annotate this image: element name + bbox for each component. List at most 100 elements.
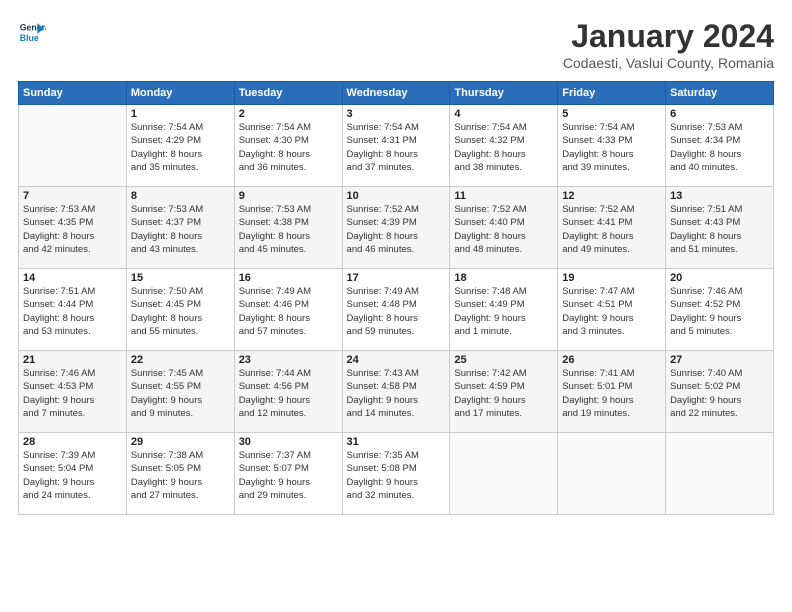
day-info: Sunrise: 7:54 AM Sunset: 4:33 PM Dayligh… [562, 121, 661, 174]
day-number: 6 [670, 108, 769, 120]
day-info: Sunrise: 7:51 AM Sunset: 4:44 PM Dayligh… [23, 285, 122, 338]
day-info: Sunrise: 7:54 AM Sunset: 4:31 PM Dayligh… [347, 121, 446, 174]
day-info: Sunrise: 7:39 AM Sunset: 5:04 PM Dayligh… [23, 449, 122, 502]
day-info: Sunrise: 7:54 AM Sunset: 4:30 PM Dayligh… [239, 121, 338, 174]
day-number: 20 [670, 272, 769, 284]
day-info: Sunrise: 7:49 AM Sunset: 4:46 PM Dayligh… [239, 285, 338, 338]
day-info: Sunrise: 7:52 AM Sunset: 4:40 PM Dayligh… [454, 203, 553, 256]
day-info: Sunrise: 7:43 AM Sunset: 4:58 PM Dayligh… [347, 367, 446, 420]
day-number: 22 [131, 354, 230, 366]
table-cell: 6Sunrise: 7:53 AM Sunset: 4:34 PM Daylig… [666, 105, 774, 187]
table-cell: 19Sunrise: 7:47 AM Sunset: 4:51 PM Dayli… [558, 269, 666, 351]
day-number: 8 [131, 190, 230, 202]
day-number: 4 [454, 108, 553, 120]
table-cell [450, 433, 558, 515]
day-info: Sunrise: 7:53 AM Sunset: 4:35 PM Dayligh… [23, 203, 122, 256]
header-tuesday: Tuesday [234, 82, 342, 105]
day-number: 26 [562, 354, 661, 366]
table-cell: 10Sunrise: 7:52 AM Sunset: 4:39 PM Dayli… [342, 187, 450, 269]
table-cell: 27Sunrise: 7:40 AM Sunset: 5:02 PM Dayli… [666, 351, 774, 433]
day-info: Sunrise: 7:53 AM Sunset: 4:37 PM Dayligh… [131, 203, 230, 256]
week-row-0: 1Sunrise: 7:54 AM Sunset: 4:29 PM Daylig… [19, 105, 774, 187]
day-info: Sunrise: 7:51 AM Sunset: 4:43 PM Dayligh… [670, 203, 769, 256]
table-cell: 21Sunrise: 7:46 AM Sunset: 4:53 PM Dayli… [19, 351, 127, 433]
day-info: Sunrise: 7:35 AM Sunset: 5:08 PM Dayligh… [347, 449, 446, 502]
location-title: Codaesti, Vaslui County, Romania [563, 55, 774, 71]
day-info: Sunrise: 7:52 AM Sunset: 4:41 PM Dayligh… [562, 203, 661, 256]
table-cell: 4Sunrise: 7:54 AM Sunset: 4:32 PM Daylig… [450, 105, 558, 187]
day-info: Sunrise: 7:38 AM Sunset: 5:05 PM Dayligh… [131, 449, 230, 502]
day-info: Sunrise: 7:46 AM Sunset: 4:53 PM Dayligh… [23, 367, 122, 420]
day-number: 12 [562, 190, 661, 202]
day-info: Sunrise: 7:49 AM Sunset: 4:48 PM Dayligh… [347, 285, 446, 338]
day-number: 19 [562, 272, 661, 284]
day-number: 13 [670, 190, 769, 202]
day-info: Sunrise: 7:47 AM Sunset: 4:51 PM Dayligh… [562, 285, 661, 338]
day-number: 28 [23, 436, 122, 448]
table-cell [19, 105, 127, 187]
day-info: Sunrise: 7:46 AM Sunset: 4:52 PM Dayligh… [670, 285, 769, 338]
table-cell: 16Sunrise: 7:49 AM Sunset: 4:46 PM Dayli… [234, 269, 342, 351]
day-info: Sunrise: 7:45 AM Sunset: 4:55 PM Dayligh… [131, 367, 230, 420]
header-friday: Friday [558, 82, 666, 105]
header-saturday: Saturday [666, 82, 774, 105]
table-cell: 25Sunrise: 7:42 AM Sunset: 4:59 PM Dayli… [450, 351, 558, 433]
day-number: 27 [670, 354, 769, 366]
table-cell [666, 433, 774, 515]
table-cell: 15Sunrise: 7:50 AM Sunset: 4:45 PM Dayli… [126, 269, 234, 351]
table-cell: 17Sunrise: 7:49 AM Sunset: 4:48 PM Dayli… [342, 269, 450, 351]
table-cell: 29Sunrise: 7:38 AM Sunset: 5:05 PM Dayli… [126, 433, 234, 515]
day-info: Sunrise: 7:52 AM Sunset: 4:39 PM Dayligh… [347, 203, 446, 256]
table-cell: 9Sunrise: 7:53 AM Sunset: 4:38 PM Daylig… [234, 187, 342, 269]
table-cell: 1Sunrise: 7:54 AM Sunset: 4:29 PM Daylig… [126, 105, 234, 187]
day-number: 2 [239, 108, 338, 120]
day-number: 9 [239, 190, 338, 202]
day-info: Sunrise: 7:50 AM Sunset: 4:45 PM Dayligh… [131, 285, 230, 338]
svg-text:Blue: Blue [20, 33, 39, 43]
day-number: 24 [347, 354, 446, 366]
day-number: 17 [347, 272, 446, 284]
day-number: 16 [239, 272, 338, 284]
day-number: 10 [347, 190, 446, 202]
week-row-1: 7Sunrise: 7:53 AM Sunset: 4:35 PM Daylig… [19, 187, 774, 269]
title-area: January 2024 Codaesti, Vaslui County, Ro… [563, 18, 774, 71]
table-cell: 23Sunrise: 7:44 AM Sunset: 4:56 PM Dayli… [234, 351, 342, 433]
table-cell: 3Sunrise: 7:54 AM Sunset: 4:31 PM Daylig… [342, 105, 450, 187]
table-cell: 24Sunrise: 7:43 AM Sunset: 4:58 PM Dayli… [342, 351, 450, 433]
day-info: Sunrise: 7:42 AM Sunset: 4:59 PM Dayligh… [454, 367, 553, 420]
table-cell: 11Sunrise: 7:52 AM Sunset: 4:40 PM Dayli… [450, 187, 558, 269]
day-number: 18 [454, 272, 553, 284]
table-cell: 8Sunrise: 7:53 AM Sunset: 4:37 PM Daylig… [126, 187, 234, 269]
day-info: Sunrise: 7:54 AM Sunset: 4:32 PM Dayligh… [454, 121, 553, 174]
day-number: 7 [23, 190, 122, 202]
week-row-2: 14Sunrise: 7:51 AM Sunset: 4:44 PM Dayli… [19, 269, 774, 351]
table-cell: 26Sunrise: 7:41 AM Sunset: 5:01 PM Dayli… [558, 351, 666, 433]
header-sunday: Sunday [19, 82, 127, 105]
week-row-3: 21Sunrise: 7:46 AM Sunset: 4:53 PM Dayli… [19, 351, 774, 433]
table-cell: 2Sunrise: 7:54 AM Sunset: 4:30 PM Daylig… [234, 105, 342, 187]
table-cell: 7Sunrise: 7:53 AM Sunset: 4:35 PM Daylig… [19, 187, 127, 269]
table-cell: 13Sunrise: 7:51 AM Sunset: 4:43 PM Dayli… [666, 187, 774, 269]
weekday-header-row: Sunday Monday Tuesday Wednesday Thursday… [19, 82, 774, 105]
day-info: Sunrise: 7:53 AM Sunset: 4:34 PM Dayligh… [670, 121, 769, 174]
day-info: Sunrise: 7:41 AM Sunset: 5:01 PM Dayligh… [562, 367, 661, 420]
calendar-table: Sunday Monday Tuesday Wednesday Thursday… [18, 81, 774, 515]
month-title: January 2024 [563, 18, 774, 55]
day-number: 29 [131, 436, 230, 448]
day-info: Sunrise: 7:53 AM Sunset: 4:38 PM Dayligh… [239, 203, 338, 256]
table-cell: 30Sunrise: 7:37 AM Sunset: 5:07 PM Dayli… [234, 433, 342, 515]
logo: General Blue [18, 18, 46, 46]
day-info: Sunrise: 7:54 AM Sunset: 4:29 PM Dayligh… [131, 121, 230, 174]
day-number: 21 [23, 354, 122, 366]
day-info: Sunrise: 7:40 AM Sunset: 5:02 PM Dayligh… [670, 367, 769, 420]
header-area: General Blue January 2024 Codaesti, Vasl… [18, 18, 774, 71]
header-thursday: Thursday [450, 82, 558, 105]
week-row-4: 28Sunrise: 7:39 AM Sunset: 5:04 PM Dayli… [19, 433, 774, 515]
table-cell [558, 433, 666, 515]
logo-icon: General Blue [18, 18, 46, 46]
day-info: Sunrise: 7:37 AM Sunset: 5:07 PM Dayligh… [239, 449, 338, 502]
table-cell: 28Sunrise: 7:39 AM Sunset: 5:04 PM Dayli… [19, 433, 127, 515]
day-number: 5 [562, 108, 661, 120]
day-number: 15 [131, 272, 230, 284]
header-wednesday: Wednesday [342, 82, 450, 105]
